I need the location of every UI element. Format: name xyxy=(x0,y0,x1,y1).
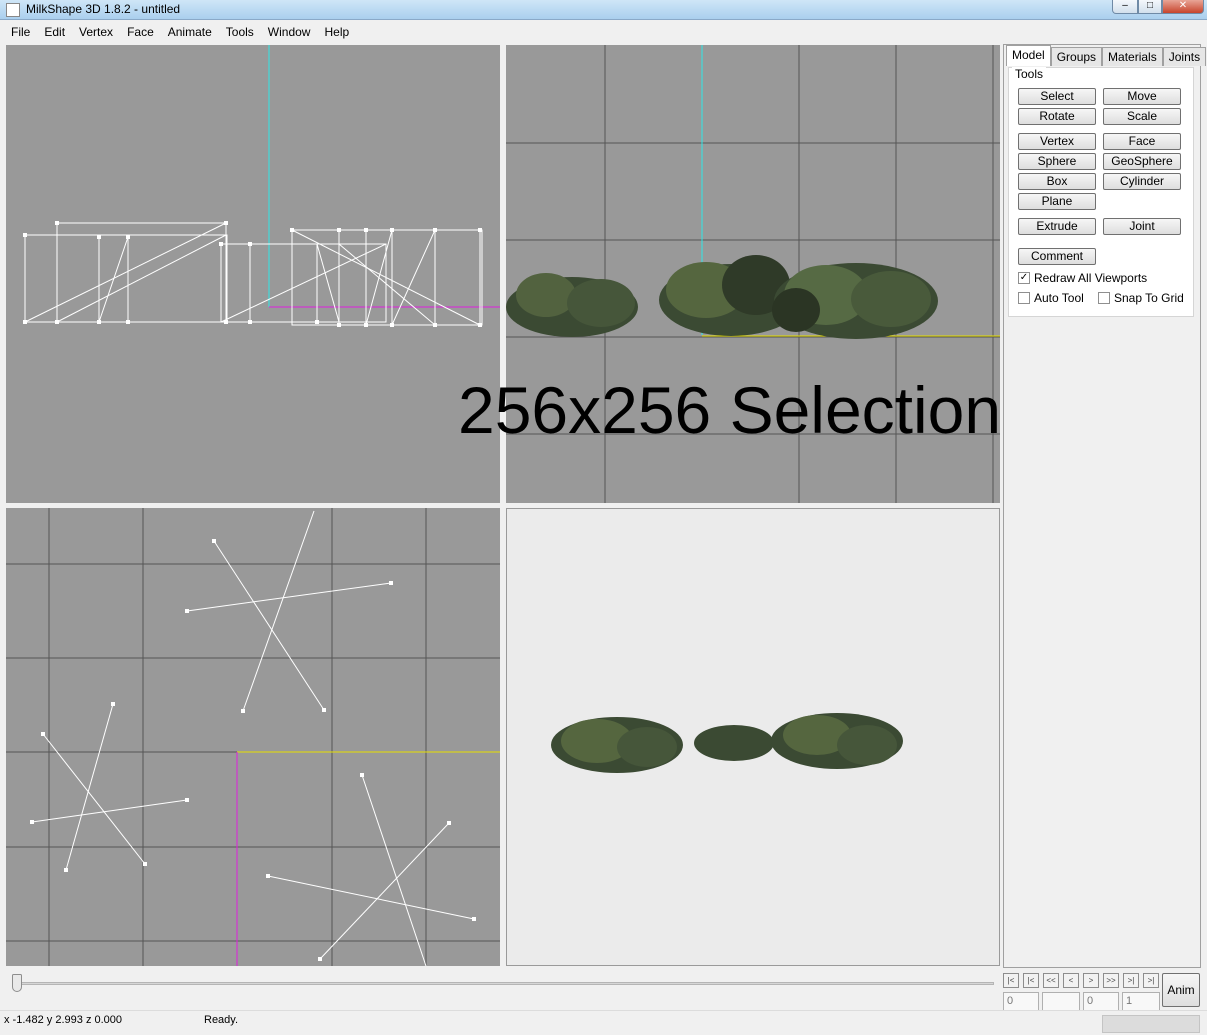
panel-tabs: Model Groups Materials Joints xyxy=(1006,45,1207,66)
title-bar: MilkShape 3D 1.8.2 - untitled – □ ✕ xyxy=(0,0,1207,20)
extrude-button[interactable]: Extrude xyxy=(1018,218,1096,235)
status-grip xyxy=(1102,1015,1200,1033)
frame-field-3[interactable]: 0 xyxy=(1083,992,1119,1011)
menu-help[interactable]: Help xyxy=(317,25,356,39)
redraw-all-label: Redraw All Viewports xyxy=(1034,271,1148,285)
joint-button[interactable]: Joint xyxy=(1103,218,1181,235)
face-button[interactable]: Face xyxy=(1103,133,1181,150)
checkbox-empty-icon xyxy=(1018,292,1030,304)
rotate-button[interactable]: Rotate xyxy=(1018,108,1096,125)
status-bar: x -1.482 y 2.993 z 0.000 Ready. xyxy=(0,1010,1207,1035)
snap-to-grid-label: Snap To Grid xyxy=(1114,291,1184,305)
viewport-front[interactable] xyxy=(6,45,500,503)
tools-group-label: Tools xyxy=(1012,67,1047,81)
scale-button[interactable]: Scale xyxy=(1103,108,1181,125)
front-wireframe xyxy=(23,45,500,327)
status-coordinates: x -1.482 y 2.993 z 0.000 xyxy=(4,1014,123,1026)
status-message: Ready. xyxy=(204,1014,239,1026)
viewport-top[interactable] xyxy=(6,508,500,966)
redraw-all-viewports-checkbox[interactable]: ✓ Redraw All Viewports xyxy=(1018,271,1147,285)
close-button[interactable]: ✕ xyxy=(1162,0,1204,14)
prev-frame-button[interactable]: < xyxy=(1063,973,1079,988)
menu-tools[interactable]: Tools xyxy=(219,25,261,39)
frame-field-1[interactable]: 0 xyxy=(1003,992,1039,1011)
plane-button[interactable]: Plane xyxy=(1018,193,1096,210)
last-frame-button[interactable]: >| xyxy=(1143,973,1159,988)
tab-model[interactable]: Model xyxy=(1006,45,1051,66)
viewport-3d[interactable] xyxy=(506,508,1000,966)
sphere-button[interactable]: Sphere xyxy=(1018,153,1096,170)
tab-groups[interactable]: Groups xyxy=(1050,47,1103,66)
first-frame-button[interactable]: |< xyxy=(1003,973,1019,988)
tool-panel: Model Groups Materials Joints Tools Sele… xyxy=(1003,44,1207,968)
geosphere-button[interactable]: GeoSphere xyxy=(1103,153,1181,170)
prev-key-button[interactable]: |< xyxy=(1023,973,1039,988)
milkshape-window: MilkShape 3D 1.8.2 - untitled – □ ✕ File… xyxy=(0,0,1207,1035)
minimize-button[interactable]: – xyxy=(1112,0,1138,14)
menu-animate[interactable]: Animate xyxy=(161,25,219,39)
3d-trees xyxy=(551,713,903,773)
top-wireframe xyxy=(6,508,500,966)
tab-materials[interactable]: Materials xyxy=(1102,47,1163,66)
app-icon xyxy=(6,3,20,17)
menu-face[interactable]: Face xyxy=(120,25,161,39)
menu-vertex[interactable]: Vertex xyxy=(72,25,120,39)
checkbox-empty-icon xyxy=(1098,292,1110,304)
timeline-thumb[interactable] xyxy=(12,974,22,992)
next-key-button[interactable]: >| xyxy=(1123,973,1139,988)
vertex-button[interactable]: Vertex xyxy=(1018,133,1096,150)
frame-field-4[interactable]: 1 xyxy=(1122,992,1160,1011)
next-frame-button[interactable]: > xyxy=(1083,973,1099,988)
window-title: MilkShape 3D 1.8.2 - untitled xyxy=(26,2,181,16)
move-button[interactable]: Move xyxy=(1103,88,1181,105)
tab-joints[interactable]: Joints xyxy=(1162,47,1207,66)
frame-field-2[interactable] xyxy=(1042,992,1080,1011)
checkmark-icon: ✓ xyxy=(1018,272,1030,284)
comment-button[interactable]: Comment xyxy=(1018,248,1096,265)
fast-forward-button[interactable]: >> xyxy=(1103,973,1119,988)
menu-window[interactable]: Window xyxy=(261,25,318,39)
timeline-track[interactable] xyxy=(14,982,994,985)
snap-to-grid-checkbox[interactable]: Snap To Grid xyxy=(1098,291,1184,305)
cylinder-button[interactable]: Cylinder xyxy=(1103,173,1181,190)
timeline[interactable] xyxy=(6,972,998,1008)
menu-bar: File Edit Vertex Face Animate Tools Wind… xyxy=(0,22,1207,42)
menu-edit[interactable]: Edit xyxy=(37,25,72,39)
tree-foliage xyxy=(506,255,938,339)
select-button[interactable]: Select xyxy=(1018,88,1096,105)
auto-tool-checkbox[interactable]: Auto Tool xyxy=(1018,291,1084,305)
anim-button[interactable]: Anim xyxy=(1162,973,1200,1007)
menu-file[interactable]: File xyxy=(4,25,37,39)
box-button[interactable]: Box xyxy=(1018,173,1096,190)
maximize-button[interactable]: □ xyxy=(1138,0,1162,14)
rewind-button[interactable]: << xyxy=(1043,973,1059,988)
auto-tool-label: Auto Tool xyxy=(1034,291,1084,305)
